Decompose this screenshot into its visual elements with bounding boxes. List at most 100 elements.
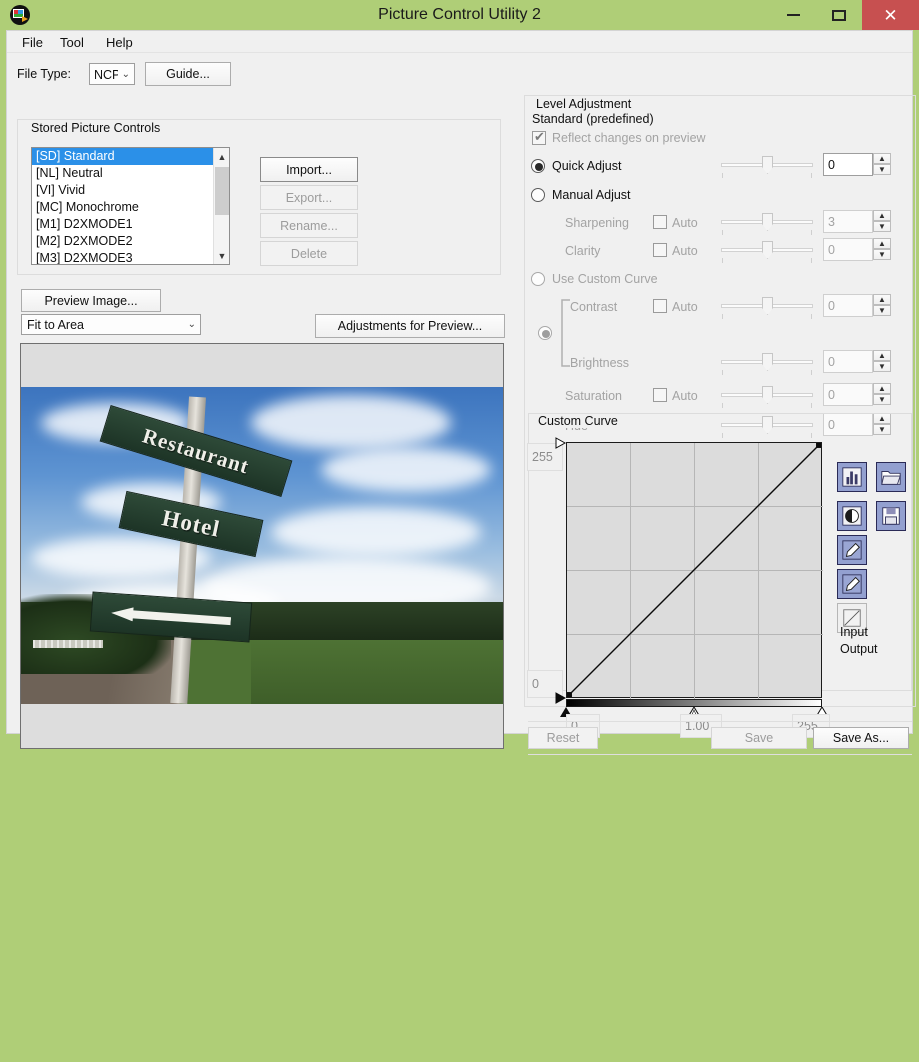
slider-tick	[811, 403, 812, 408]
list-item[interactable]: [M1] D2XMODE1	[32, 216, 229, 233]
rename-button: Rename...	[260, 213, 358, 238]
saturation-value-text: 0	[828, 386, 835, 404]
quick-adjust-label[interactable]: Quick Adjust	[552, 159, 621, 173]
slider-thumb[interactable]	[762, 156, 773, 174]
sharpening-auto-label: Auto	[672, 216, 698, 230]
cloud-shape	[251, 395, 451, 450]
contrast-slider	[721, 296, 813, 318]
quick-adjust-slider[interactable]	[721, 155, 813, 177]
scroll-down-icon[interactable]: ▼	[214, 247, 230, 264]
use-custom-curve-label: Use Custom Curve	[552, 272, 658, 286]
clarity-slider	[721, 240, 813, 262]
list-item[interactable]: [M2] D2XMODE2	[32, 233, 229, 250]
clarity-value: 0	[823, 238, 873, 261]
minimize-button[interactable]	[770, 0, 816, 30]
picture-control-list[interactable]: [SD] Standard [NL] Neutral [VI] Vivid [M…	[31, 147, 230, 265]
saturation-label: Saturation	[565, 389, 622, 403]
reflect-changes-checkbox	[532, 131, 546, 145]
chevron-down-icon: ⌄	[122, 64, 130, 84]
stepper-up-icon: ▲	[873, 383, 891, 394]
manual-adjust-radio[interactable]	[531, 188, 545, 202]
menu-tool[interactable]: Tool	[53, 33, 91, 52]
reset-button: Reset	[528, 727, 598, 749]
slider-tick	[722, 230, 723, 235]
slider-tick	[811, 314, 812, 319]
menu-help[interactable]: Help	[99, 33, 140, 52]
white-fence	[33, 640, 103, 648]
histogram-icon[interactable]	[837, 462, 867, 492]
title-bar: Picture Control Utility 2 ✕	[0, 0, 919, 30]
slider-tick	[811, 258, 812, 263]
list-item[interactable]: [NL] Neutral	[32, 165, 229, 182]
scrollbar-thumb[interactable]	[215, 167, 229, 215]
save-button: Save	[711, 727, 807, 749]
slider-thumb	[762, 386, 773, 404]
maximize-icon	[832, 10, 846, 21]
saturation-slider	[721, 385, 813, 407]
manual-adjust-label[interactable]: Manual Adjust	[552, 188, 631, 202]
close-icon: ✕	[883, 7, 897, 24]
guide-button[interactable]: Guide...	[145, 62, 231, 86]
adjustments-for-preview-button[interactable]: Adjustments for Preview...	[315, 314, 505, 338]
menu-bar: File Tool Help	[7, 31, 912, 53]
quick-adjust-stepper[interactable]: ▲ ▼	[873, 153, 891, 176]
slider-thumb	[762, 353, 773, 371]
use-custom-curve-radio	[531, 272, 545, 286]
slider-thumb	[762, 297, 773, 315]
stepper-down-icon: ▼	[873, 221, 891, 232]
saturation-stepper: ▲ ▼	[873, 383, 891, 406]
contrast-value-text: 0	[828, 297, 835, 315]
sharpening-auto-checkbox	[653, 215, 667, 229]
list-item[interactable]: [SD] Standard	[32, 148, 229, 165]
clarity-auto-checkbox	[653, 243, 667, 257]
quick-adjust-value[interactable]: 0	[823, 153, 873, 176]
contrast-stepper: ▲ ▼	[873, 294, 891, 317]
preview-panel[interactable]: Restaurant Hotel	[20, 343, 504, 749]
eyedropper-white-icon[interactable]	[837, 569, 867, 599]
import-button[interactable]: Import...	[260, 157, 358, 182]
file-type-select[interactable]: NCP ⌄	[89, 63, 135, 85]
saturation-auto-checkbox	[653, 388, 667, 402]
curve-plot[interactable]	[566, 442, 822, 698]
list-scrollbar[interactable]: ▲ ▼	[213, 148, 229, 264]
slider-tick	[722, 258, 723, 263]
save-disk-icon[interactable]	[876, 501, 906, 531]
open-folder-icon[interactable]	[876, 462, 906, 492]
brightness-value: 0	[823, 350, 873, 373]
stepper-up-icon[interactable]: ▲	[873, 153, 891, 164]
slider-tick	[722, 403, 723, 408]
list-item[interactable]: [MC] Monochrome	[32, 199, 229, 216]
list-item[interactable]: [VI] Vivid	[32, 182, 229, 199]
zoom-mode-value: Fit to Area	[27, 317, 84, 334]
saturation-value: 0	[823, 383, 873, 406]
menu-file[interactable]: File	[15, 33, 50, 52]
contrast-icon[interactable]	[837, 501, 867, 531]
eyedropper-black-icon[interactable]	[837, 535, 867, 565]
contrast-brightness-radio	[538, 326, 552, 340]
slider-tick	[722, 370, 723, 375]
file-type-value: NCP	[94, 66, 118, 84]
scroll-up-icon[interactable]: ▲	[214, 148, 230, 165]
curve-output-max-handle[interactable]	[555, 437, 567, 449]
list-item[interactable]: [M3] D2XMODE3	[32, 250, 229, 265]
custom-curve-label: Custom Curve	[534, 414, 622, 428]
quick-adjust-radio[interactable]	[531, 159, 545, 173]
maximize-button[interactable]	[816, 0, 862, 30]
curve-gradient-bar	[566, 699, 822, 707]
brightness-label: Brightness	[570, 356, 629, 370]
slider-thumb	[762, 241, 773, 259]
zoom-mode-select[interactable]: Fit to Area ⌄	[21, 314, 201, 335]
curve-line	[567, 443, 821, 697]
clarity-label: Clarity	[565, 244, 600, 258]
brightness-stepper: ▲ ▼	[873, 350, 891, 373]
slider-thumb	[762, 213, 773, 231]
close-button[interactable]: ✕	[862, 0, 919, 30]
clarity-value-text: 0	[828, 241, 835, 259]
save-as-button[interactable]: Save As...	[813, 727, 909, 749]
stepper-up-icon: ▲	[873, 350, 891, 361]
level-adjustment-subtitle: Standard (predefined)	[532, 112, 654, 126]
stored-picture-controls-label: Stored Picture Controls	[27, 121, 164, 135]
stepper-down-icon[interactable]: ▼	[873, 164, 891, 175]
preview-image-button[interactable]: Preview Image...	[21, 289, 161, 312]
brightness-slider	[721, 352, 813, 374]
